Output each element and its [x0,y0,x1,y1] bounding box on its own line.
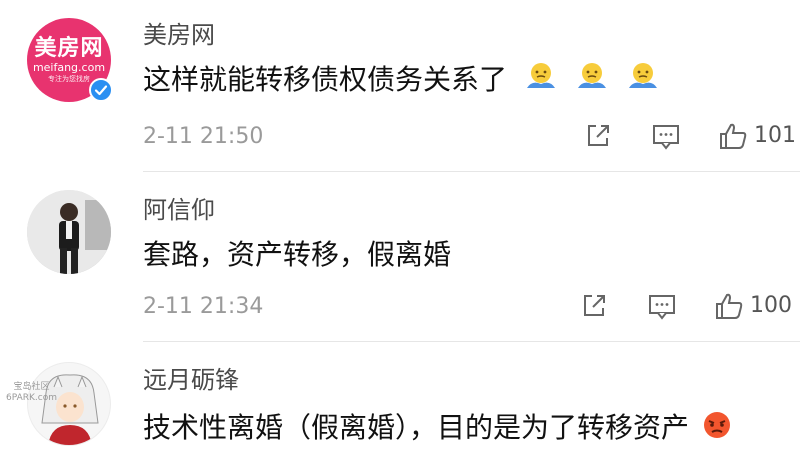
share-button[interactable] [580,292,608,320]
comment-text: 这样就能转移债权债务关系了 [143,62,660,100]
username[interactable]: 美房网 [143,21,215,49]
comment-icon [653,125,679,150]
shrug-emoji-icon [524,62,558,100]
thumbs-up-icon [716,293,743,319]
watermark: 宝岛社区 6PARK.com [6,382,57,404]
share-button[interactable] [584,122,612,150]
like-button[interactable]: 101 [718,121,796,151]
reply-button[interactable] [652,124,680,150]
avatar-brand-url: meifang.com [32,60,106,74]
comment-text-content: 这样就能转移债权债务关系了 [143,63,508,96]
comment-text: 技术性离婚（假离婚），目的是为了转移资产 [143,410,734,448]
comment-text-content: 技术性离婚（假离婚），目的是为了转移资产 [143,411,690,444]
avatar[interactable] [27,362,111,446]
shrug-emoji-icon [575,62,609,100]
comment-text-content: 套路，资产转移，假离婚 [143,238,452,271]
divider [143,341,800,342]
avatar-brand-slogan: 专注为您找房 [48,74,90,83]
thumbs-up-icon [720,123,747,149]
comment-time: 2-11 21:50 [143,124,264,149]
username[interactable]: 阿信仰 [143,196,215,224]
like-count: 100 [750,293,792,318]
anime-character-icon [41,374,99,445]
angry-emoji-icon [700,410,734,448]
like-button[interactable]: 100 [714,291,792,321]
watermark-text: 宝岛社区 [13,382,50,392]
username[interactable]: 远月砺锋 [143,366,239,394]
verified-badge-icon [89,78,113,102]
avatar-brand-text: 美房网 [34,35,104,61]
watermark-site: 6PARK.com [6,393,57,403]
comment-icon [649,295,675,320]
share-icon [584,295,605,316]
divider [143,171,800,172]
comment-text: 套路，资产转移，假离婚 [143,238,451,272]
reply-button[interactable] [648,294,676,320]
person-photo-icon [27,190,111,274]
avatar[interactable] [27,190,111,274]
comment-time: 2-11 21:34 [143,294,264,319]
share-icon [588,125,609,146]
like-count: 101 [754,123,796,148]
shrug-emoji-icon [626,62,660,100]
